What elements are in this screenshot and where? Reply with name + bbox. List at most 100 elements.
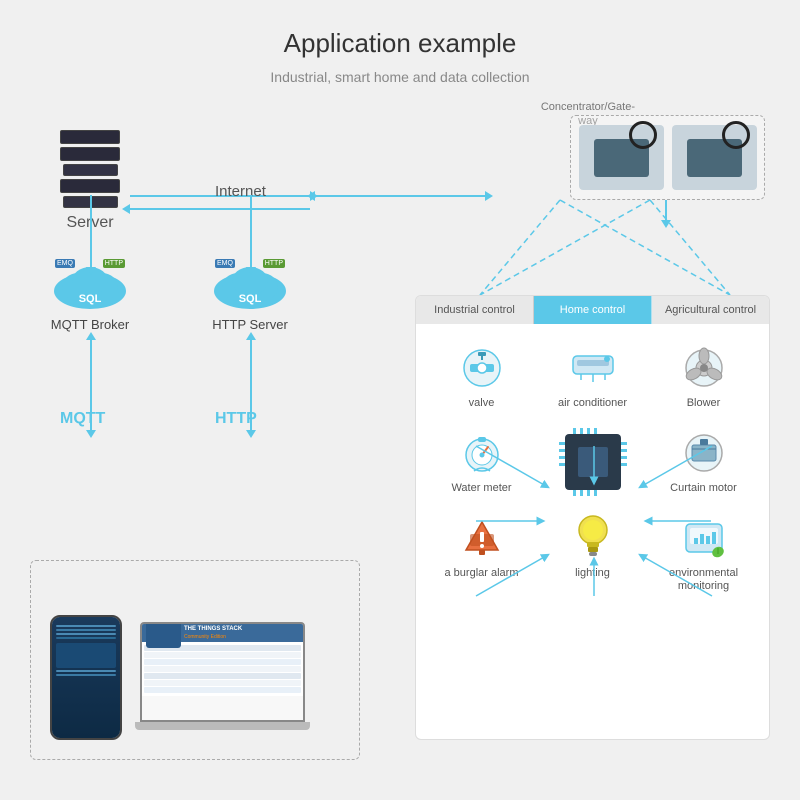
chip-pins-right — [621, 442, 627, 466]
watermeter-icon — [458, 429, 506, 477]
laptop-row-6 — [144, 680, 301, 686]
laptop-logo — [146, 622, 181, 648]
dashed-line-2 — [650, 200, 730, 295]
lighting-icon — [569, 514, 617, 562]
alarm-icon — [458, 514, 506, 562]
title-section: Application example Industrial, smart ho… — [0, 0, 800, 85]
ac-svg — [569, 348, 617, 388]
pin-b2 — [580, 490, 583, 496]
server-unit-2 — [60, 147, 120, 161]
envmonitor-icon — [680, 514, 728, 562]
phone-line-6 — [56, 674, 116, 676]
ctrl-item-watermeter: Water meter — [431, 429, 532, 494]
phone-chart — [56, 643, 116, 668]
curtain-svg — [682, 431, 726, 475]
ctrl-item-blower: Blower — [653, 344, 754, 409]
chip-pins-top — [573, 428, 597, 434]
pin-b3 — [587, 490, 590, 496]
valve-svg — [460, 346, 504, 390]
server-unit-3 — [63, 164, 118, 176]
pin-r2 — [621, 449, 627, 452]
tab-industrial[interactable]: Industrial control — [416, 296, 534, 324]
pin-b1 — [573, 490, 576, 496]
center-chip-icon — [565, 434, 621, 490]
laptop-row-7 — [144, 687, 301, 693]
pin-t2 — [580, 428, 583, 434]
arrowhead-to-conc — [485, 191, 493, 201]
dashed-line-3 — [560, 200, 730, 295]
concentrator-device-1 — [579, 125, 664, 190]
arrowhead-down-http — [246, 267, 256, 275]
device-antenna-2 — [722, 121, 750, 149]
ctrl-item-chip — [542, 429, 643, 494]
alarm-svg — [460, 516, 504, 560]
laptop-row-3 — [144, 659, 301, 665]
tab-agricultural[interactable]: Agricultural control — [652, 296, 769, 324]
chip-pins-left — [559, 442, 565, 466]
arrowhead-from-conc — [307, 191, 315, 201]
ctrl-item-ac: air conditioner — [542, 344, 643, 409]
blower-icon — [680, 344, 728, 392]
phone-line-4 — [56, 637, 116, 639]
http-server-label: HTTP Server — [210, 317, 290, 332]
laptop-row-4 — [144, 666, 301, 672]
pin-t1 — [573, 428, 576, 434]
sql-text: SQL — [79, 293, 102, 305]
laptop-row-5 — [144, 673, 301, 679]
envmonitor-svg — [682, 516, 726, 560]
arrow-to-concentrator — [315, 195, 485, 197]
device-chip-2 — [687, 139, 742, 177]
phone-line-2 — [56, 629, 116, 631]
arrow-internet-to-server — [130, 208, 310, 210]
main-title: Application example — [0, 28, 800, 59]
watermeter-label: Water meter — [451, 482, 511, 494]
arrowhead-mqtt-up — [86, 332, 96, 340]
phone-screen — [52, 617, 120, 738]
tab-home[interactable]: Home control — [534, 296, 652, 324]
blower-label: Blower — [687, 397, 721, 409]
phone-shape — [50, 615, 122, 740]
arrowhead-http-down — [246, 430, 256, 438]
device-chip-1 — [594, 139, 649, 177]
laptop-device: THE THINGS STACK Community Edition — [140, 622, 310, 730]
ac-icon — [569, 344, 617, 392]
ctrl-item-valve: valve — [431, 344, 532, 409]
pin-t3 — [587, 428, 590, 434]
arrow-internet-to-http — [250, 195, 252, 267]
laptop-edition-text: Community Edition — [184, 634, 299, 640]
laptop-content — [142, 642, 303, 696]
server-unit-1 — [60, 130, 120, 144]
phone-line-1 — [56, 625, 116, 627]
laptop-screen: THE THINGS STACK Community Edition — [140, 622, 305, 722]
chip-body — [578, 447, 608, 477]
tab-agricultural-label: Agricultural control — [665, 304, 756, 316]
tab-industrial-label: Industrial control — [434, 304, 515, 316]
laptop-row-2 — [144, 652, 301, 658]
arrowhead-conc-down — [661, 220, 671, 228]
device-antenna-1 — [629, 121, 657, 149]
subtitle: Industrial, smart home and data collecti… — [0, 69, 800, 85]
arrowhead-down-server — [86, 267, 96, 275]
lighting-label: lighting — [575, 567, 610, 579]
pin-r1 — [621, 442, 627, 445]
mqtt-label: MQTT — [60, 410, 105, 428]
http-badge2: HTTP — [263, 259, 285, 268]
phone-device — [50, 615, 122, 740]
concentrator-device-2 — [672, 125, 757, 190]
ac-label: air conditioner — [558, 397, 627, 409]
mqtt-broker-label: MQTT Broker — [50, 317, 130, 332]
internet-label: Internet — [215, 183, 266, 200]
curtain-label: Curtain motor — [670, 482, 737, 494]
phone-line-5 — [56, 670, 116, 672]
control-panel: Industrial control Home control Agricult… — [415, 295, 770, 740]
phone-line-3 — [56, 633, 116, 635]
dashed-line-1 — [480, 200, 560, 295]
diagram: Server Internet EMQ HTTP SQL — [30, 100, 770, 760]
tab-home-label: Home control — [560, 304, 625, 316]
ctrl-item-lighting: lighting — [542, 514, 643, 593]
pin-l1 — [559, 442, 565, 445]
laptop-base — [135, 722, 310, 730]
laptop-title-text: THE THINGS STACK — [184, 626, 299, 633]
emq-badge2: EMQ — [215, 259, 235, 268]
ctrl-item-curtain: Curtain motor — [653, 429, 754, 494]
